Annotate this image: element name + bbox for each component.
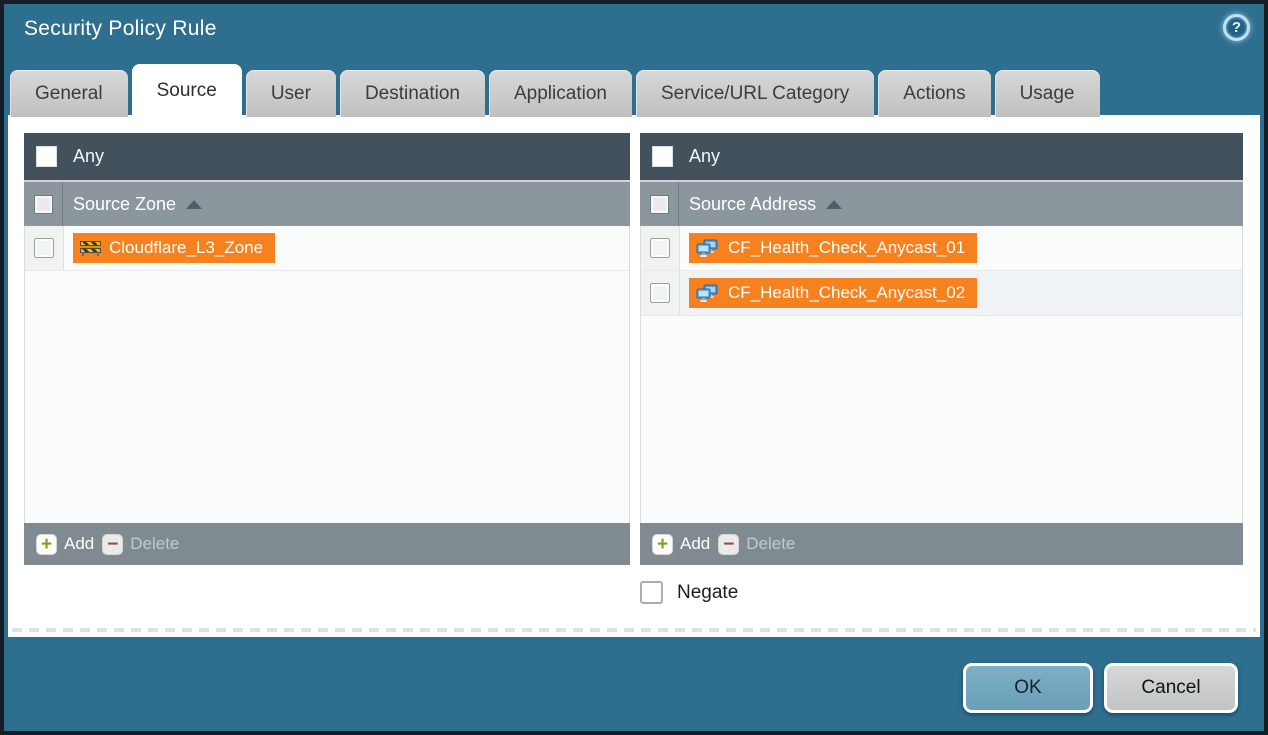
negate-control: Negate bbox=[640, 581, 738, 604]
source-zone-column-title[interactable]: Source Zone bbox=[73, 194, 176, 215]
source-zone-footer: + Add − Delete bbox=[24, 523, 630, 565]
table-row: Cloudflare_L3_Zone bbox=[25, 226, 629, 271]
add-icon: + bbox=[652, 534, 673, 555]
source-address-panel: Any Source Address bbox=[640, 133, 1243, 565]
source-zone-list: Cloudflare_L3_Zone bbox=[24, 226, 630, 523]
address-row-checkbox[interactable] bbox=[650, 283, 670, 303]
content-bottom-divider bbox=[12, 628, 1256, 632]
source-zone-column-header: Source Zone bbox=[24, 180, 630, 226]
tab-actions[interactable]: Actions bbox=[878, 70, 990, 117]
source-address-list: CF_Health_Check_Anycast_01 bbox=[640, 226, 1243, 523]
address-icon bbox=[696, 239, 720, 258]
sort-ascending-icon[interactable] bbox=[186, 200, 202, 209]
tab-bar: General Source User Destination Applicat… bbox=[10, 64, 1100, 117]
table-row: CF_Health_Check_Anycast_01 bbox=[641, 226, 1242, 271]
tab-user[interactable]: User bbox=[246, 70, 336, 117]
add-address-button[interactable]: + Add bbox=[652, 534, 710, 555]
source-tab-content: Any Source Zone Cloudflare_L3_Zone bbox=[8, 115, 1260, 637]
negate-label: Negate bbox=[677, 582, 738, 604]
source-address-any-header: Any bbox=[640, 133, 1243, 180]
delete-icon: − bbox=[102, 534, 123, 555]
address-chip[interactable]: CF_Health_Check_Anycast_01 bbox=[689, 233, 977, 263]
address-icon bbox=[696, 284, 720, 303]
source-address-column-title[interactable]: Source Address bbox=[689, 194, 816, 215]
source-zone-any-header: Any bbox=[24, 133, 630, 180]
add-zone-button[interactable]: + Add bbox=[36, 534, 94, 555]
table-row: CF_Health_Check_Anycast_02 bbox=[641, 271, 1242, 316]
dialog-title: Security Policy Rule bbox=[24, 17, 217, 41]
zone-name: Cloudflare_L3_Zone bbox=[109, 238, 263, 258]
tab-general[interactable]: General bbox=[10, 70, 128, 117]
source-zone-any-label: Any bbox=[73, 146, 104, 167]
add-icon: + bbox=[36, 534, 57, 555]
zone-icon bbox=[80, 240, 101, 256]
cancel-button[interactable]: Cancel bbox=[1104, 663, 1238, 713]
address-name: CF_Health_Check_Anycast_02 bbox=[728, 283, 965, 303]
address-name: CF_Health_Check_Anycast_01 bbox=[728, 238, 965, 258]
tab-application[interactable]: Application bbox=[489, 70, 632, 117]
source-address-any-label: Any bbox=[689, 146, 720, 167]
negate-checkbox[interactable] bbox=[640, 581, 663, 604]
source-zone-any-checkbox[interactable] bbox=[36, 146, 57, 167]
zone-row-checkbox[interactable] bbox=[34, 238, 54, 258]
source-zone-select-all-checkbox[interactable] bbox=[34, 195, 53, 214]
delete-icon: − bbox=[718, 534, 739, 555]
sort-ascending-icon[interactable] bbox=[826, 200, 842, 209]
delete-zone-button[interactable]: − Delete bbox=[102, 534, 179, 555]
source-address-footer: + Add − Delete bbox=[640, 523, 1243, 565]
tab-destination[interactable]: Destination bbox=[340, 70, 485, 117]
source-zone-panel: Any Source Zone Cloudflare_L3_Zone bbox=[24, 133, 630, 565]
source-address-any-checkbox[interactable] bbox=[652, 146, 673, 167]
tab-source[interactable]: Source bbox=[132, 64, 242, 117]
address-chip[interactable]: CF_Health_Check_Anycast_02 bbox=[689, 278, 977, 308]
security-policy-rule-dialog: Security Policy Rule ? General Source Us… bbox=[0, 0, 1268, 735]
help-icon[interactable]: ? bbox=[1223, 14, 1250, 41]
source-address-column-header: Source Address bbox=[640, 180, 1243, 226]
zone-chip[interactable]: Cloudflare_L3_Zone bbox=[73, 233, 275, 263]
source-address-select-all-checkbox[interactable] bbox=[650, 195, 669, 214]
tab-service-url-category[interactable]: Service/URL Category bbox=[636, 70, 874, 117]
tab-usage[interactable]: Usage bbox=[995, 70, 1100, 117]
address-row-checkbox[interactable] bbox=[650, 238, 670, 258]
delete-address-button[interactable]: − Delete bbox=[718, 534, 795, 555]
ok-button[interactable]: OK bbox=[963, 663, 1093, 713]
